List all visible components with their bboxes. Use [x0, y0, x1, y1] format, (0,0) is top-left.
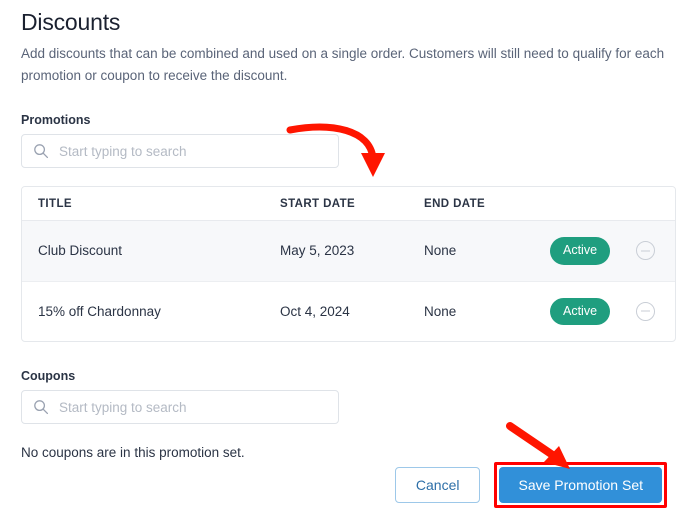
table-row[interactable]: 15% off Chardonnay Oct 4, 2024 None Acti… [22, 281, 675, 341]
save-promotion-set-button[interactable]: Save Promotion Set [499, 467, 662, 503]
footer-actions: Cancel Save Promotion Set [394, 462, 667, 508]
status-badge: Active [550, 297, 611, 325]
row-start-date: Oct 4, 2024 [280, 303, 350, 319]
row-title: 15% off Chardonnay [38, 303, 161, 319]
search-icon [34, 144, 49, 159]
column-header-status [550, 187, 636, 221]
row-end-date: None [424, 220, 550, 282]
promotions-search-input[interactable] [49, 135, 338, 167]
minus-circle-icon[interactable] [636, 301, 655, 321]
page-description: Add discounts that can be combined and u… [21, 46, 665, 83]
column-header-title: TITLE [22, 187, 280, 221]
promotions-label: Promotions [21, 113, 91, 127]
minus-circle-icon[interactable] [636, 241, 655, 261]
cancel-button[interactable]: Cancel [394, 467, 481, 503]
coupons-section: Coupons [21, 369, 672, 424]
row-status-cell: Active [550, 281, 636, 341]
coupons-label: Coupons [21, 369, 76, 383]
table-row[interactable]: Club Discount May 5, 2023 None Active [22, 220, 675, 282]
table-header-row: TITLE START DATE END DATE [22, 187, 675, 221]
promotions-section: Promotions [21, 113, 672, 168]
promotions-search-box[interactable] [21, 134, 339, 168]
row-start-date: May 5, 2023 [280, 220, 424, 282]
column-header-start-date: START DATE [280, 187, 424, 221]
row-title: Club Discount [22, 220, 280, 282]
row-end-date: None [424, 303, 457, 319]
discounts-page: Discounts Add discounts that can be comb… [0, 4, 688, 520]
row-status-cell: Active [550, 220, 636, 282]
status-badge: Active [550, 237, 611, 265]
row-action-cell [636, 281, 675, 341]
column-header-end-date: END DATE [424, 187, 550, 221]
page-title: Discounts [21, 9, 121, 35]
search-icon [34, 400, 49, 415]
coupons-search-input[interactable] [49, 391, 338, 423]
promotions-table: TITLE START DATE END DATE Club Discount … [21, 186, 676, 342]
row-action-cell [636, 220, 675, 282]
column-header-actions [636, 187, 675, 221]
coupons-empty-message: No coupons are in this promotion set. [21, 445, 245, 460]
save-button-highlight: Save Promotion Set [494, 462, 667, 508]
coupons-search-box[interactable] [21, 390, 339, 424]
